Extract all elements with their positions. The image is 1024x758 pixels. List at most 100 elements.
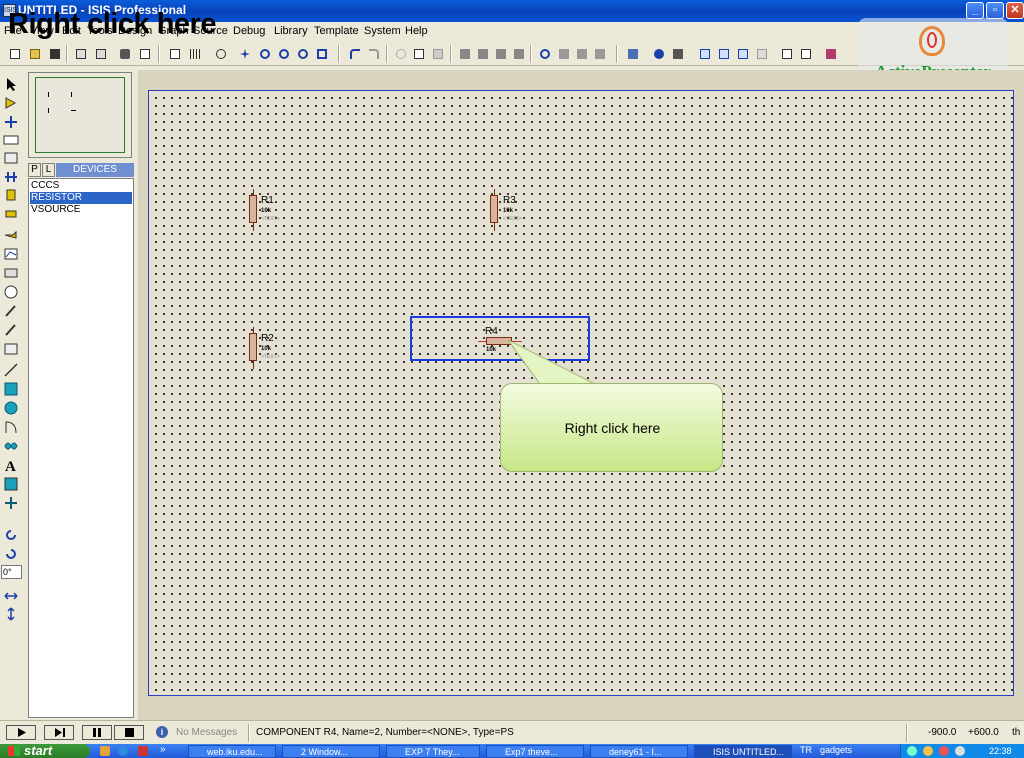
redraw-icon[interactable] <box>166 45 183 62</box>
quicklaunch-more-icon[interactable]: » <box>160 744 166 755</box>
rotate-anticlockwise-icon[interactable] <box>3 546 19 562</box>
block-delete-icon[interactable] <box>510 45 527 62</box>
text-mode-icon[interactable]: A <box>3 457 19 475</box>
overview-window[interactable] <box>28 72 132 158</box>
maximize-button[interactable]: ▫ <box>986 2 1004 19</box>
save-icon[interactable] <box>46 45 63 62</box>
pick-devices-button[interactable]: P <box>28 163 41 177</box>
make-device-icon[interactable] <box>555 45 572 62</box>
undo-icon[interactable] <box>346 45 363 62</box>
task-deney61[interactable]: deney61 - I... <box>590 745 688 758</box>
tape-recorder-mode-icon[interactable] <box>3 265 19 281</box>
device-item-cccs[interactable]: CCCS <box>30 180 132 192</box>
component-mode-icon[interactable] <box>3 95 19 111</box>
electrical-rule-check-icon[interactable] <box>797 45 814 62</box>
rotation-angle-field[interactable] <box>1 565 22 579</box>
box-mode-icon[interactable] <box>3 381 19 397</box>
page-setup-icon[interactable] <box>136 45 153 62</box>
print-icon[interactable] <box>116 45 133 62</box>
stop-button[interactable] <box>114 725 144 740</box>
closed-path-mode-icon[interactable] <box>3 438 19 454</box>
origin-icon[interactable] <box>212 45 229 62</box>
packaging-tool-icon[interactable] <box>573 45 590 62</box>
library-manager-button[interactable]: L <box>42 163 55 177</box>
task-window[interactable]: 2 Window... <box>282 745 380 758</box>
play-button[interactable] <box>6 725 36 740</box>
circle-mode-icon[interactable] <box>3 400 19 416</box>
search-tag-icon[interactable] <box>650 45 667 62</box>
redo-icon[interactable] <box>365 45 382 62</box>
generator-mode-icon[interactable] <box>3 284 19 300</box>
step-button[interactable] <box>44 725 74 740</box>
device-item-vsource[interactable]: VSOURCE <box>30 204 132 216</box>
menu-debug[interactable]: Debug <box>233 25 265 37</box>
task-web-iku[interactable]: web.iku.edu... <box>188 745 276 758</box>
cut-icon[interactable] <box>392 45 409 62</box>
symbol-mode-icon[interactable] <box>3 476 19 492</box>
minimize-button[interactable]: _ <box>966 2 984 19</box>
menu-help[interactable]: Help <box>405 25 428 37</box>
close-button[interactable]: ✕ <box>1006 2 1024 19</box>
device-pins-mode-icon[interactable] <box>3 227 19 243</box>
import-icon[interactable] <box>72 45 89 62</box>
tray-language[interactable]: TR <box>800 745 812 755</box>
exit-to-parent-icon[interactable] <box>734 45 751 62</box>
voltage-probe-mode-icon[interactable] <box>3 303 19 319</box>
menu-template[interactable]: Template <box>314 25 359 37</box>
buses-mode-icon[interactable] <box>3 169 19 185</box>
block-copy-icon[interactable] <box>456 45 473 62</box>
mirror-vertical-icon[interactable] <box>3 606 19 622</box>
property-tool-icon[interactable] <box>669 45 686 62</box>
tray-network-icon[interactable] <box>907 746 917 756</box>
remove-sheet-icon[interactable] <box>715 45 732 62</box>
quicklaunch-firefox-icon[interactable] <box>100 746 110 756</box>
decompose-icon[interactable] <box>591 45 608 62</box>
zoom-out-icon[interactable] <box>275 45 292 62</box>
task-exp7-theve[interactable]: Exp7 theve... <box>486 745 584 758</box>
line-mode-icon[interactable] <box>3 362 19 378</box>
selection-mode-icon[interactable] <box>3 76 19 92</box>
zoom-all-icon[interactable] <box>294 45 311 62</box>
grid-icon[interactable] <box>186 45 203 62</box>
quicklaunch-ie-icon[interactable] <box>118 746 128 756</box>
virtual-instruments-mode-icon[interactable] <box>3 341 19 357</box>
terminals-mode-icon[interactable] <box>3 206 19 222</box>
subcircuit-mode-icon[interactable] <box>3 187 19 203</box>
menu-library[interactable]: Library <box>274 25 308 37</box>
new-sheet-icon[interactable] <box>696 45 713 62</box>
quicklaunch-app-icon[interactable] <box>138 746 148 756</box>
wire-autorouter-icon[interactable] <box>624 45 641 62</box>
new-file-icon[interactable] <box>6 45 23 62</box>
tray-gadgets[interactable]: gadgets <box>820 745 852 755</box>
zoom-area-icon[interactable] <box>313 45 330 62</box>
current-probe-mode-icon[interactable] <box>3 322 19 338</box>
tray-security-icon[interactable] <box>939 746 949 756</box>
graph-mode-icon[interactable] <box>3 246 19 262</box>
copy-icon[interactable] <box>410 45 427 62</box>
task-isis-untitled[interactable]: ISIS UNTITLED... <box>694 745 792 758</box>
wire-label-mode-icon[interactable] <box>3 132 19 148</box>
marker-mode-icon[interactable] <box>3 495 19 511</box>
pause-button[interactable] <box>82 725 112 740</box>
pan-icon[interactable] <box>236 45 253 62</box>
junction-dot-mode-icon[interactable] <box>3 114 19 130</box>
pick-device-icon[interactable] <box>536 45 553 62</box>
paste-icon[interactable] <box>429 45 446 62</box>
task-exp7-they[interactable]: EXP 7 They... <box>386 745 480 758</box>
text-script-mode-icon[interactable] <box>3 150 19 166</box>
zoom-in-icon[interactable] <box>256 45 273 62</box>
zoom-to-child-icon[interactable] <box>753 45 770 62</box>
netlist-to-ares-icon[interactable] <box>822 45 839 62</box>
rotate-clockwise-icon[interactable] <box>3 527 19 543</box>
open-folder-icon[interactable] <box>26 45 43 62</box>
device-item-resistor[interactable]: RESISTOR <box>30 192 132 204</box>
bill-of-materials-icon[interactable] <box>778 45 795 62</box>
block-move-icon[interactable] <box>474 45 491 62</box>
tray-app-icon[interactable] <box>955 746 965 756</box>
menu-system[interactable]: System <box>364 25 401 37</box>
arc-mode-icon[interactable] <box>3 419 19 435</box>
mirror-horizontal-icon[interactable] <box>3 588 19 604</box>
block-rotate-icon[interactable] <box>492 45 509 62</box>
export-icon[interactable] <box>92 45 109 62</box>
tray-volume-icon[interactable] <box>923 746 933 756</box>
